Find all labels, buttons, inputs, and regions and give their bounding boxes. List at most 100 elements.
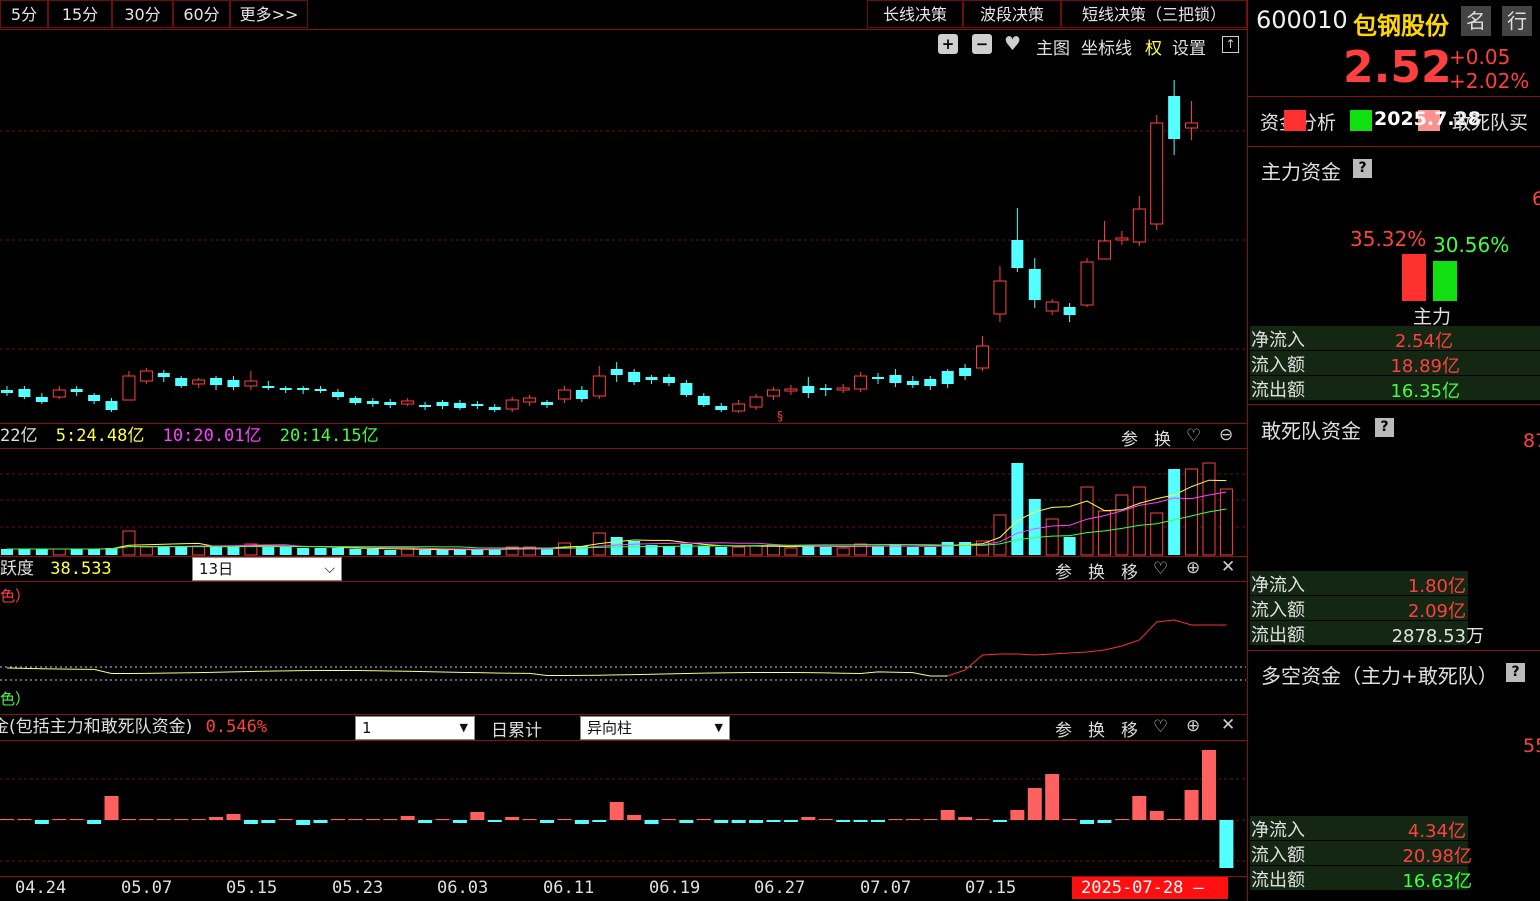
fund-param-value: 1 (362, 719, 372, 737)
fund-bar (1010, 810, 1025, 820)
date-tick: 06.19 (649, 878, 701, 898)
fund-bar (191, 819, 206, 820)
volume-bar (732, 546, 746, 556)
volume-bar (419, 550, 432, 555)
fund-bar (1184, 790, 1199, 820)
volume-bar (941, 542, 954, 555)
dare-fund-edge-number: 87 (1523, 430, 1540, 452)
volume-bar (157, 546, 170, 555)
stock-change: +0.05 (1449, 45, 1511, 69)
activity-zoom-icon[interactable]: ⊕ (1186, 558, 1200, 578)
volume-favorite-icon[interactable]: ♡ (1186, 426, 1201, 446)
fund-bar (470, 812, 485, 820)
volume-bar (1219, 488, 1233, 556)
stock-change-pct: +2.02% (1449, 69, 1530, 93)
date-tick: 05.07 (121, 878, 173, 898)
fund-zoom-icon[interactable]: ⊕ (1186, 716, 1200, 736)
chevron-down-icon: ⌵ (324, 561, 335, 577)
activity-close-icon[interactable]: ✕ (1221, 557, 1235, 577)
date-tick: 05.15 (226, 878, 278, 898)
ls-net-value: 4.34亿 (1407, 821, 1466, 842)
candle-body (872, 377, 884, 379)
fund-bar (0, 819, 14, 820)
fund-bar (330, 819, 345, 820)
fund-bar (540, 820, 555, 823)
fund-bar (104, 796, 119, 820)
fund-close-icon[interactable]: ✕ (1221, 715, 1235, 735)
activity-indicator-bar: 跃度 38.533 (0, 558, 112, 580)
volume-bar (784, 547, 798, 556)
fund-mode-label: 日累计 (491, 721, 542, 741)
fund-bar (592, 820, 607, 822)
fund-bar (261, 820, 276, 823)
name-button[interactable]: 名 (1461, 6, 1491, 36)
candle-body (523, 397, 537, 403)
fund-bar (801, 817, 816, 820)
fund-bar (731, 820, 746, 823)
fund-bar (1027, 788, 1042, 820)
volume-switch-button[interactable]: 换 (1154, 425, 1171, 450)
help-icon[interactable]: ? (1506, 663, 1525, 682)
date-tick: 07.07 (860, 878, 912, 898)
long-short-edge-number: 55 (1523, 735, 1540, 757)
candle-body (610, 369, 623, 375)
ls-in-value: 20.98亿 (1402, 846, 1472, 867)
volume-bar (872, 546, 884, 555)
fund-bar (1167, 819, 1182, 820)
volume-bar (227, 547, 240, 555)
volume-ma10: 10:20.01亿 (162, 426, 262, 446)
main-net-value: 2.54亿 (1394, 331, 1453, 352)
candle-body (105, 401, 118, 410)
candle-body (244, 380, 258, 387)
dare-net-value: 1.80亿 (1407, 576, 1466, 597)
tab-suffix: 敢死队买 (1452, 112, 1529, 134)
fund-bar (749, 820, 764, 823)
activity-period-select[interactable]: 13日 ⌵ (192, 557, 342, 581)
help-icon[interactable]: ? (1375, 418, 1394, 437)
fund-indicator-bar: 金(包括主力和敢死队资金) 0.546% (0, 716, 267, 738)
candle-body (1185, 122, 1199, 129)
fund-param-select[interactable]: 1 ▼ (355, 716, 475, 740)
triangle-down-icon: ▼ (714, 721, 723, 734)
main-pct-green: 30.56% (1433, 233, 1510, 257)
quote-header: 600010 包钢股份 名 行 2.52 +0.05 +2.02% (1248, 0, 1540, 96)
volume-bar (557, 542, 571, 556)
candle-body (297, 388, 310, 390)
main-bar-label: 主力 (1413, 306, 1452, 328)
fund-move-button[interactable]: 移 (1121, 716, 1138, 741)
activity-switch-button[interactable]: 换 (1088, 558, 1105, 583)
fund-switch-button[interactable]: 换 (1088, 716, 1105, 741)
fund-bar (418, 820, 433, 823)
candle-body (122, 375, 136, 401)
fund-bar (1080, 820, 1095, 824)
volume-bar (210, 547, 223, 555)
long-short-title: 多空资金（主力+敢死队） (1261, 664, 1498, 688)
fund-param-button[interactable]: 参 (1055, 716, 1072, 741)
fund-bar (87, 820, 102, 824)
activity-favorite-icon[interactable]: ♡ (1153, 559, 1168, 579)
fund-bar (209, 817, 224, 820)
volume-bar (1045, 518, 1059, 556)
volume-bar (122, 530, 136, 556)
volume-param-button[interactable]: 参 (1121, 425, 1138, 450)
activity-move-button[interactable]: 移 (1121, 558, 1138, 583)
fund-bar (156, 819, 171, 820)
activity-param-button[interactable]: 参 (1055, 558, 1072, 583)
fund-tab-row[interactable]: 资金分析 2025.7.28 敢死队买 (1248, 98, 1540, 144)
fund-bar (696, 819, 711, 820)
stock-chart[interactable]: § (0, 0, 1248, 901)
triangle-down-icon: ▼ (459, 721, 468, 734)
help-icon[interactable]: ? (1353, 159, 1372, 178)
row-button[interactable]: 行 (1502, 6, 1532, 36)
dare-in-label: 流入额 (1251, 600, 1305, 621)
fund-style-select[interactable]: 异向柱 ▼ (580, 716, 730, 740)
stock-code: 600010 (1256, 6, 1348, 34)
fund-bar (1149, 811, 1164, 820)
volume-bar (906, 547, 919, 555)
main-inflow-bar (1402, 254, 1426, 301)
activity-value: 38.533 (50, 559, 112, 579)
dare-net-label: 净流入 (1251, 575, 1305, 596)
activity-line-hot (947, 619, 1227, 677)
volume-zoom-icon[interactable]: ⊖ (1219, 425, 1233, 445)
fund-favorite-icon[interactable]: ♡ (1153, 717, 1168, 737)
